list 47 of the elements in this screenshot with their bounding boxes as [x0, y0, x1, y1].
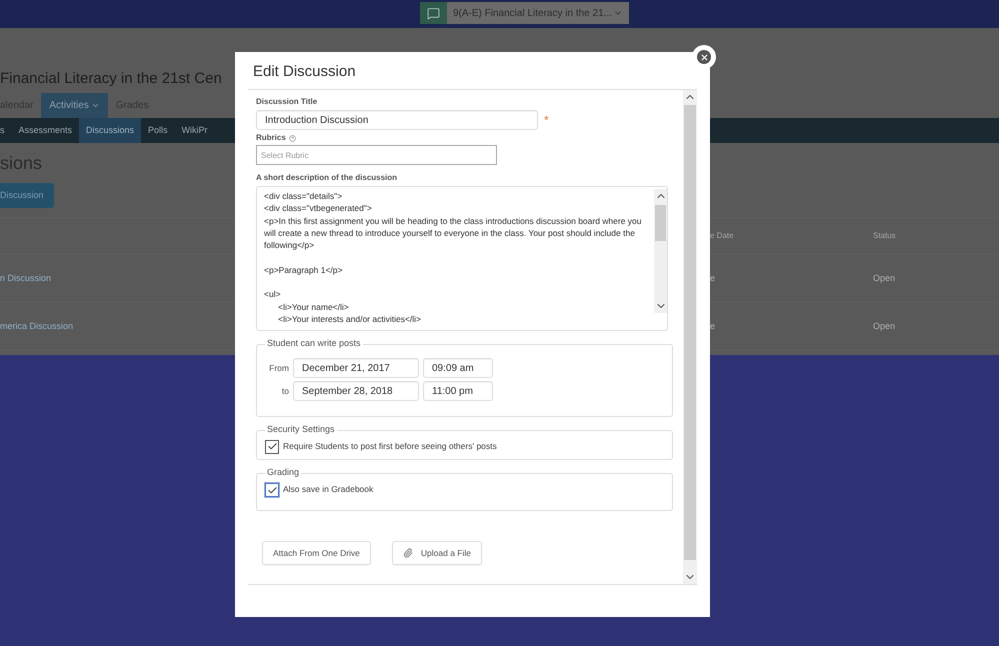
- field-label: Rubrics: [256, 132, 286, 144]
- subnav-tab[interactable]: Polls: [141, 118, 175, 143]
- check-icon: [266, 441, 278, 452]
- chat-icon: [427, 6, 440, 20]
- rubric-select[interactable]: Select Rubric: [256, 145, 497, 165]
- section-legend: Security Settings: [265, 423, 337, 436]
- help-icon[interactable]: [288, 134, 296, 142]
- field-label: to: [280, 384, 289, 398]
- nav-tab[interactable]: Activities: [41, 93, 108, 118]
- subnav-tab[interactable]: s: [0, 118, 12, 143]
- time-field[interactable]: 11:00 pm: [423, 381, 493, 401]
- column-header: Status: [873, 230, 896, 242]
- field-label: From: [268, 362, 289, 374]
- checkbox-label: Require Students to post first before seeing others' posts: [283, 440, 497, 453]
- table-cell-text: e: [710, 320, 716, 333]
- subnav-tab[interactable]: WikiPr: [174, 118, 215, 143]
- date-field[interactable]: September 28, 2018: [293, 381, 419, 401]
- checkbox[interactable]: [265, 440, 279, 454]
- title-field[interactable]: Introduction Discussion: [256, 110, 538, 130]
- time-field[interactable]: 09:09 am: [423, 358, 493, 378]
- close-icon: [700, 52, 708, 62]
- dialog-title: Edit Discussion: [253, 62, 356, 82]
- caret-icon: [90, 101, 100, 110]
- column-header: e Date: [710, 230, 735, 242]
- checkbox-label: Also save in Gradebook: [283, 483, 374, 496]
- upload-button[interactable]: Upload a File: [392, 541, 482, 565]
- required-mark: *: [544, 112, 549, 129]
- scrollbar[interactable]: [683, 90, 697, 584]
- scrollbar[interactable]: [654, 189, 667, 313]
- subnav-tab[interactable]: Assessments: [12, 118, 80, 143]
- table-cell-text: e: [710, 272, 716, 285]
- description-field[interactable]: <div class="details"> <div class="vtbegenerated"> <p>In this first assignment you will be heading to the class introductions discussion board where you will create a new thread to introduce yourself to everyone in the class. Your post should include the following</p> <p>Paragraph 1</p> <ul> <li>Your name</li> <li>Your interests and/or activities</li>: [256, 186, 668, 331]
- subnav-tab[interactable]: Discussions: [79, 118, 142, 143]
- section-legend: Student can write posts: [265, 337, 363, 350]
- field-label: Discussion Title: [256, 96, 318, 108]
- discussion-link[interactable]: merica Discussion: [0, 320, 74, 331]
- check-icon: [266, 484, 278, 496]
- date-field[interactable]: December 21, 2017: [293, 358, 419, 378]
- table-cell-text: Open: [873, 320, 896, 333]
- field-label: A short description of the discussion: [256, 172, 398, 184]
- section-legend: Grading: [265, 466, 302, 480]
- attach-button[interactable]: Attach From One Drive: [262, 541, 371, 565]
- discussion-link[interactable]: n Discussion: [0, 272, 52, 283]
- table-cell-text: Open: [873, 272, 896, 285]
- checkbox[interactable]: [265, 483, 279, 497]
- course-title: Financial Literacy in the 21st Cen: [0, 68, 222, 89]
- paperclip-icon: [402, 548, 413, 558]
